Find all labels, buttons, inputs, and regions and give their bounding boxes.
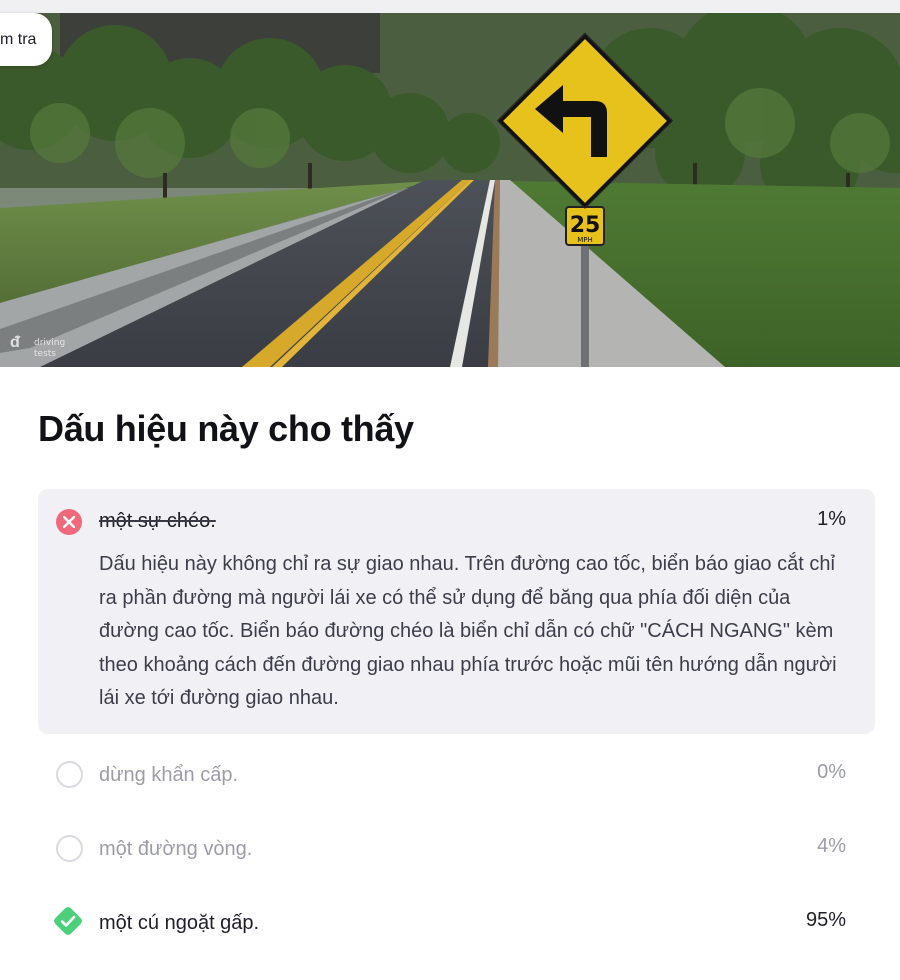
close-circle-icon <box>56 509 82 535</box>
answer-label-3: một đường vòng. <box>99 837 253 860</box>
check-diamond-icon <box>54 906 82 935</box>
answer-label-2: dừng khẩn cấp. <box>99 763 239 786</box>
answer-percent-1: 1% <box>817 508 846 530</box>
test-tab-label: m tra <box>0 30 37 48</box>
question-image: 25 MPH ᵭ driving tests <box>0 13 900 367</box>
test-tab[interactable]: m tra <box>0 13 53 66</box>
answer-label-4: một cú ngoặt gấp. <box>99 911 260 934</box>
question-title: Dấu hiệu này cho thấy <box>38 408 414 449</box>
answer-option-1[interactable]: một sự chéo. 1% Dấu hiệu này không chỉ r… <box>38 489 875 734</box>
empty-circle-icon <box>56 760 83 788</box>
answer-percent-2: 0% <box>817 760 846 783</box>
answer-option-4[interactable]: một cú ngoặt gấp. 95% <box>38 882 875 956</box>
answer-label-1: một sự chéo. <box>99 510 216 532</box>
speed-number: 25 <box>570 213 601 238</box>
svg-text:ᵭ: ᵭ <box>10 332 21 351</box>
empty-circle-icon <box>56 834 83 862</box>
answer-explanation: Dấu hiệu này không chỉ ra sự giao nhau. … <box>99 553 837 709</box>
watermark-line-1: driving <box>34 338 65 348</box>
answer-percent-3: 4% <box>817 834 846 857</box>
answer-option-3[interactable]: một đường vòng. 4% <box>38 808 875 882</box>
answer-percent-4: 95% <box>805 908 846 931</box>
road-scene-illustration: 25 MPH ᵭ driving tests <box>0 13 900 367</box>
speed-unit: MPH <box>577 236 593 244</box>
watermark-line-2: tests <box>34 349 56 359</box>
answer-option-2[interactable]: dừng khẩn cấp. 0% <box>38 734 875 808</box>
top-strip <box>0 0 900 13</box>
answer-list: một sự chéo. 1% Dấu hiệu này không chỉ r… <box>38 489 875 956</box>
